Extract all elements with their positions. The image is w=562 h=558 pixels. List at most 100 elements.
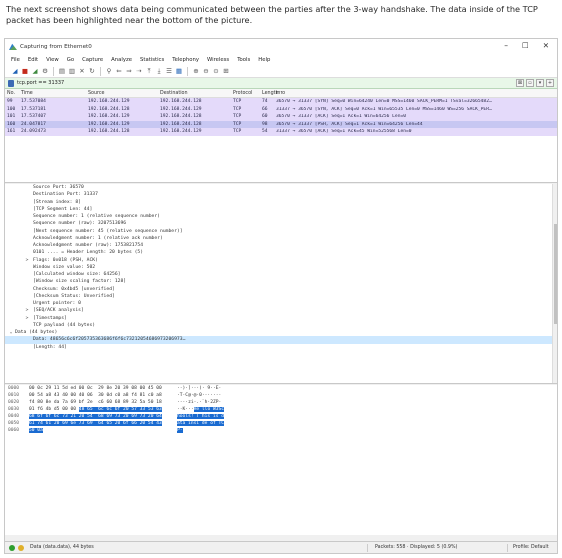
detail-line[interactable]: > [Timestamps] [5, 315, 557, 322]
options-icon[interactable]: ⚙ [41, 67, 49, 75]
detail-line[interactable]: [Stream index: 8] [5, 199, 557, 206]
status-profile[interactable]: Profile: Default [513, 545, 549, 550]
expert-info-icon[interactable] [9, 544, 15, 551]
autoscroll-icon[interactable]: ☰ [165, 67, 173, 75]
detail-line[interactable]: Source Port: 36570 [5, 184, 557, 191]
detail-line[interactable]: Acknowledgment number: 1 (relative ack n… [5, 235, 557, 242]
packet-row[interactable]: 99 17.537084 192.168.244.129 192.168.244.12… [5, 98, 557, 106]
detail-line[interactable]: [Calculated window size: 64256] [5, 271, 557, 278]
detail-line[interactable]: > [SEQ/ACK analysis] [5, 307, 557, 314]
stop-icon[interactable]: ■ [21, 67, 29, 75]
detail-line[interactable]: Acknowledgment number (raw): 1753821754 [5, 242, 557, 249]
hex-bytes[interactable]: f4 80 8e da 7a 69 bf 2e c6 60 68 89 32 5… [29, 399, 177, 406]
detail-line[interactable]: [Window size scaling factor: 128] [5, 278, 557, 285]
hex-bytes[interactable]: 01 f6 4b d5 00 00 48 65 6c 6c 6f 20 57 3… [29, 406, 177, 413]
detail-line[interactable]: [Next sequence number: 45 (relative sequ… [5, 228, 557, 235]
detail-line[interactable]: ⌄ Data (44 bytes) [5, 329, 557, 336]
packet-row[interactable]: 100 17.537181 192.168.244.128 192.168.244.1… [5, 105, 557, 113]
menu-analyze[interactable]: Analyze [111, 57, 132, 63]
detail-line[interactable]: Window size value: 502 [5, 264, 557, 271]
collapsed-arrow-icon[interactable]: > [23, 315, 31, 322]
detail-line[interactable]: Urgent pointer: 0 [5, 300, 557, 307]
col-header-length[interactable]: Length [262, 91, 279, 96]
display-filter-input[interactable]: tcp.port == 31337 [17, 80, 64, 86]
col-header-destination[interactable]: Destination [160, 91, 233, 96]
detail-line[interactable]: Checksum: 0x4bd5 [unverified] [5, 286, 557, 293]
ascii-bytes[interactable]: ata insi de of TC [177, 420, 257, 427]
menu-view[interactable]: View [46, 57, 59, 63]
detail-line[interactable]: [Checksum Status: Unverified] [5, 293, 557, 300]
detail-line[interactable]: Sequence number (raw): 3207513696 [5, 220, 557, 227]
detail-line[interactable]: [Length: 44] [5, 344, 557, 351]
last-icon[interactable]: ⤓ [155, 67, 163, 75]
expanded-arrow-icon[interactable]: ⌄ [7, 329, 15, 336]
save-icon[interactable]: ▥ [68, 67, 76, 75]
menu-statistics[interactable]: Statistics [140, 57, 164, 63]
menu-capture[interactable]: Capture [82, 57, 103, 63]
hex-bytes[interactable]: 50 0a [29, 427, 177, 434]
first-icon[interactable]: ⤒ [145, 67, 153, 75]
close-file-icon[interactable]: ✕ [78, 67, 86, 75]
ascii-bytes[interactable]: hools! T his is d [177, 413, 257, 420]
menu-wireless[interactable]: Wireless [207, 57, 229, 63]
back-icon[interactable]: ⇐ [115, 67, 123, 75]
close-button[interactable]: ✕ [543, 41, 549, 50]
shark-fin-icon[interactable]: ◢ [11, 67, 19, 75]
capture-comment-icon[interactable] [18, 544, 24, 551]
forward-icon[interactable]: ⇒ [125, 67, 133, 75]
detail-line[interactable]: [TCP Segment Len: 44] [5, 206, 557, 213]
col-header-no[interactable]: No. [5, 91, 21, 96]
packet-row[interactable]: 101 17.537407 192.168.244.129 192.168.244.1… [5, 113, 557, 121]
packet-list-header: No. Time Source Destination Protocol Len… [5, 89, 557, 98]
zoom-out-icon[interactable]: ⊖ [202, 67, 210, 75]
packet-row[interactable]: 161 24.092473 192.168.244.128 192.168.244.1… [5, 128, 557, 136]
menu-tools[interactable]: Tools [237, 57, 250, 63]
ascii-bytes[interactable]: ··)·]···)· 9··E· [177, 385, 257, 392]
ascii-segment: ····zi·.·`h·2ZP· [177, 400, 222, 405]
hex-bytes[interactable]: 00 0c 29 11 5d ed 00 0c 29 8e 20 39 08 0… [29, 385, 177, 392]
collapsed-arrow-icon[interactable]: > [23, 257, 31, 264]
detail-line[interactable]: Destination Port: 31337 [5, 191, 557, 198]
maximize-button[interactable]: ☐ [522, 41, 529, 50]
packet-row[interactable]: 160 24.047817 192.168.244.129 192.168.244.1… [5, 120, 557, 128]
col-header-time[interactable]: Time [21, 91, 88, 96]
ascii-bytes[interactable]: ·T·C@·@·0······· [177, 392, 257, 399]
clear-filter-button[interactable]: ⊠ [516, 79, 524, 87]
zoom-reset-icon[interactable]: ⊙ [212, 67, 220, 75]
menu-file[interactable]: File [11, 57, 20, 63]
goto-icon[interactable]: ⇢ [135, 67, 143, 75]
col-header-source[interactable]: Source [88, 91, 160, 96]
ascii-bytes[interactable]: P· [177, 427, 257, 434]
ascii-bytes[interactable]: ··K···He llo W3Sc [177, 406, 257, 413]
reload-icon[interactable]: ↻ [88, 67, 96, 75]
open-icon[interactable]: ▤ [58, 67, 66, 75]
menu-telephony[interactable]: Telephony [172, 57, 199, 63]
restart-icon[interactable]: ◢ [31, 67, 39, 75]
detail-line[interactable]: > Flags: 0x018 (PSH, ACK) [5, 257, 557, 264]
col-header-protocol[interactable]: Protocol [233, 91, 262, 96]
add-filter-button[interactable]: + [546, 79, 554, 87]
menu-edit[interactable]: Edit [28, 57, 38, 63]
hex-bytes[interactable]: 68 6f 6f 6c 73 21 20 54 68 69 73 20 69 7… [29, 413, 177, 420]
details-scrollbar[interactable] [552, 184, 557, 383]
apply-filter-button[interactable]: ▫ [526, 79, 534, 87]
collapsed-arrow-icon[interactable]: > [23, 307, 31, 314]
minimize-button[interactable]: – [504, 41, 508, 50]
recent-filters-button[interactable]: ▾ [536, 79, 544, 87]
detail-line[interactable]: 0101 .... = Header Length: 20 bytes (5) [5, 249, 557, 256]
menu-go[interactable]: Go [67, 57, 74, 63]
menu-help[interactable]: Help [258, 57, 270, 63]
zoom-in-icon[interactable]: ⊕ [192, 67, 200, 75]
ascii-bytes[interactable]: ····zi·.·`h·2ZP· [177, 399, 257, 406]
bookmark-icon[interactable] [8, 79, 14, 87]
find-icon[interactable]: ⚲ [105, 67, 113, 75]
detail-line[interactable]: TCP payload (44 bytes) [5, 322, 557, 329]
detail-line[interactable]: Data: 48656c6c6f205735363686f6f6c7321205… [5, 336, 557, 344]
col-header-info[interactable]: Info [276, 91, 557, 96]
colorize-icon[interactable]: ▦ [175, 67, 183, 75]
hex-bytes[interactable]: 61 74 61 20 69 6e 73 69 64 65 20 6f 66 2… [29, 420, 177, 427]
resize-columns-icon[interactable]: ⊞ [222, 67, 230, 75]
detail-line[interactable]: Sequence number: 1 (relative sequence nu… [5, 213, 557, 220]
scrollbar-thumb[interactable] [554, 224, 557, 324]
hex-bytes[interactable]: 00 54 a8 43 40 00 40 06 30 0d c0 a8 f4 8… [29, 392, 177, 399]
